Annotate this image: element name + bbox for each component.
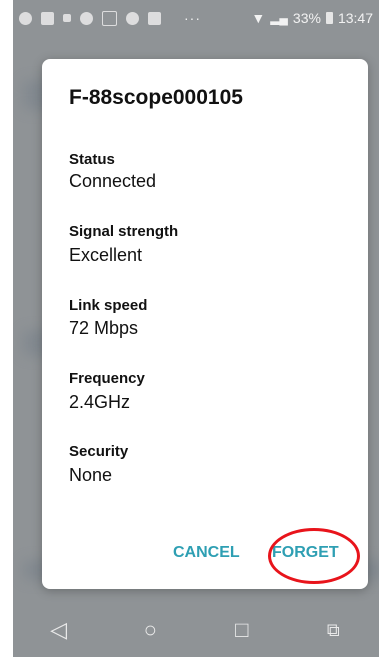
frequency-label: Frequency xyxy=(69,370,145,387)
wifi-icon: ▼ xyxy=(251,10,266,26)
shirt-icon xyxy=(148,11,161,25)
square-icon xyxy=(63,14,71,22)
signal-strength-value: Excellent xyxy=(69,245,143,265)
security-label: Security xyxy=(69,443,129,460)
security-value: None xyxy=(69,465,113,485)
status-label: Status xyxy=(69,151,115,168)
recents-icon[interactable]: □ xyxy=(222,610,262,650)
signal-icon: ▂▄ xyxy=(270,11,288,25)
message-icon xyxy=(41,11,54,25)
forget-button[interactable]: FORGET xyxy=(272,544,339,562)
navigation-bar: ◁ ○ □ ⧉ xyxy=(13,603,379,657)
status-overflow-dots: ··· xyxy=(184,10,201,26)
whatsapp-icon xyxy=(19,11,32,25)
back-icon[interactable]: ◁ xyxy=(39,610,79,650)
frequency-value: 2.4GHz xyxy=(69,392,131,412)
cancel-button[interactable]: CANCEL xyxy=(173,544,240,562)
camera-icon xyxy=(126,11,139,25)
status-value: Connected xyxy=(69,171,157,191)
dialog-title: F-88scope000105 xyxy=(69,86,243,109)
battery-icon xyxy=(325,12,333,24)
link-speed-value: 72 Mbps xyxy=(69,318,139,338)
status-bar: ··· ▼ ▂▄ 33% 13:47 xyxy=(13,0,379,36)
phone-screen: ··· ▼ ▂▄ 33% 13:47 F-88scope000105 Statu… xyxy=(13,0,379,657)
switch-app-icon[interactable]: ⧉ xyxy=(313,610,353,650)
wifi-network-dialog: F-88scope000105 Status Connected Signal … xyxy=(42,59,368,589)
group-icon xyxy=(80,11,93,25)
home-icon[interactable]: ○ xyxy=(130,610,170,650)
link-speed-label: Link speed xyxy=(69,297,148,314)
signal-strength-label: Signal strength xyxy=(69,223,179,240)
battery-percent: 33% xyxy=(292,10,321,26)
hashtag-icon xyxy=(102,10,117,26)
clock: 13:47 xyxy=(337,10,373,26)
